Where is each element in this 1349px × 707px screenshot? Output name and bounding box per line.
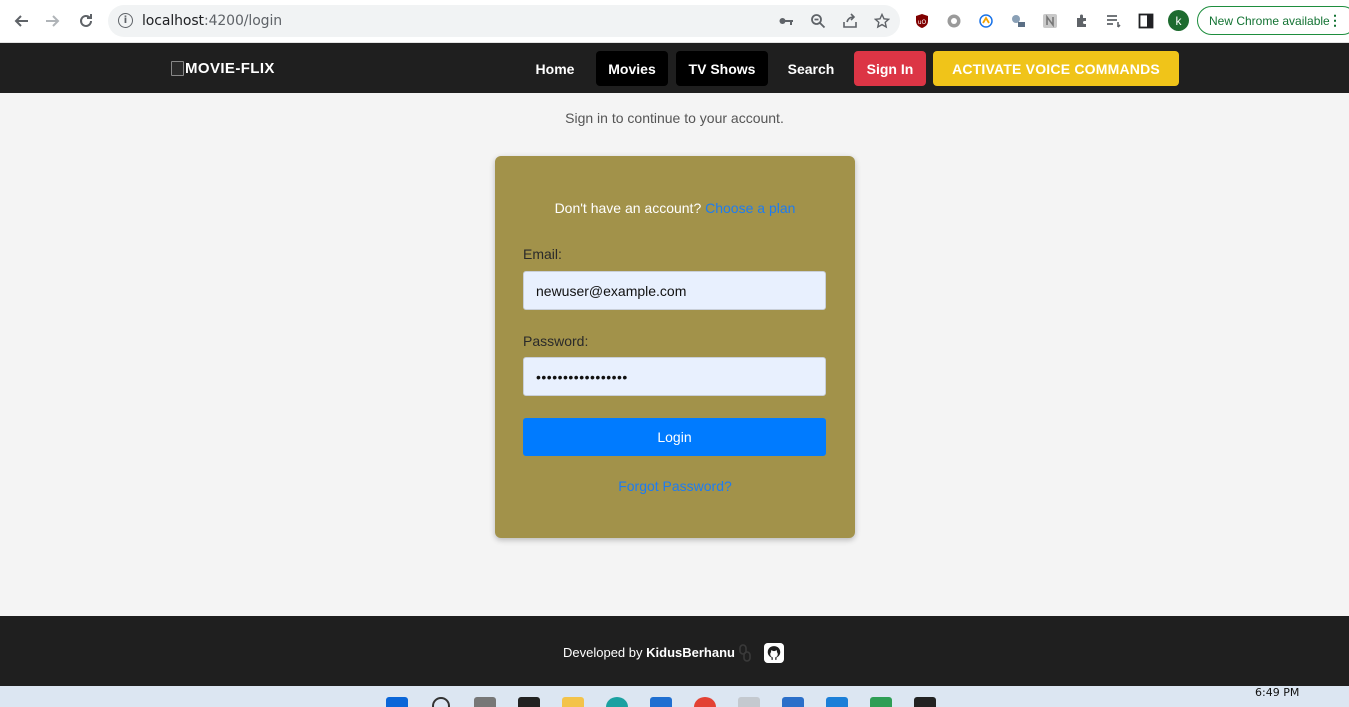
choose-plan-link[interactable]: Choose a plan <box>705 200 795 216</box>
puzzle-icon[interactable] <box>1072 11 1092 31</box>
task-view-icon[interactable] <box>474 697 496 707</box>
forgot-password-link[interactable]: Forgot Password? <box>495 478 855 494</box>
profile-avatar[interactable]: k <box>1168 10 1189 31</box>
side-panel-icon[interactable] <box>1136 11 1156 31</box>
forward-arrow-icon[interactable] <box>41 9 65 33</box>
browser-toolbar: i localhost:4200/login uO k New Chrome a… <box>0 0 1349 43</box>
app-icon[interactable] <box>870 697 892 707</box>
chrome-icon[interactable] <box>694 697 716 707</box>
email-label: Email: <box>523 246 562 262</box>
site-logo[interactable]: MOVIE-FLIX <box>171 60 275 77</box>
svg-text:uO: uO <box>918 19 927 26</box>
zoom-icon[interactable] <box>808 11 828 31</box>
password-label: Password: <box>523 333 589 349</box>
word-icon[interactable] <box>782 697 804 707</box>
login-button[interactable]: Login <box>523 418 826 456</box>
star-icon[interactable] <box>872 11 892 31</box>
github-icon[interactable] <box>764 643 784 663</box>
sign-in-button[interactable]: Sign In <box>854 51 926 86</box>
password-field[interactable]: ••••••••••••••••• <box>523 357 826 396</box>
back-arrow-icon[interactable] <box>9 9 33 33</box>
extension-icon[interactable] <box>1040 11 1060 31</box>
voice-commands-button[interactable]: ACTIVATE VOICE COMMANDS <box>933 51 1179 86</box>
widgets-icon[interactable] <box>518 697 540 707</box>
taskbar-clock[interactable]: 6:49 PM <box>1255 686 1299 699</box>
kebab-menu-icon[interactable]: ⋮ <box>1328 12 1342 29</box>
os-taskbar: 6:49 PM <box>0 686 1349 707</box>
link-icon[interactable] <box>735 643 755 663</box>
nav-home[interactable]: Home <box>524 51 586 86</box>
search-icon[interactable] <box>432 697 450 707</box>
chrome-update-button[interactable]: New Chrome available ⋮ <box>1197 6 1349 35</box>
signup-prompt-text: Don't have an account? <box>554 200 702 216</box>
extension-icon[interactable] <box>1008 11 1028 31</box>
email-field[interactable]: newuser@example.com <box>523 271 826 310</box>
vscode-icon[interactable] <box>826 697 848 707</box>
url-path: :4200/login <box>203 13 283 29</box>
info-icon[interactable]: i <box>118 13 133 28</box>
site-header: MOVIE-FLIX Home Movies TV Shows Search S… <box>0 43 1349 93</box>
terminal-icon[interactable] <box>914 697 936 707</box>
signup-prompt: Don't have an account? Choose a plan <box>495 200 855 216</box>
extension-icon[interactable] <box>944 11 964 31</box>
update-label: New Chrome available <box>1209 13 1330 28</box>
app-icon[interactable] <box>738 697 760 707</box>
ublock-icon[interactable]: uO <box>912 11 932 31</box>
footer-author: KidusBerhanu <box>646 645 735 660</box>
login-card: Don't have an account? Choose a plan Ema… <box>495 156 855 538</box>
broken-image-icon <box>171 61 184 76</box>
file-explorer-icon[interactable] <box>562 697 584 707</box>
site-footer: Developed by KidusBerhanu <box>0 616 1349 686</box>
reload-icon[interactable] <box>74 9 98 33</box>
url-host: localhost <box>142 13 204 29</box>
edge-icon[interactable] <box>606 697 628 707</box>
address-bar[interactable]: i localhost:4200/login <box>108 5 900 37</box>
page-subtitle: Sign in to continue to your account. <box>565 110 784 126</box>
footer-credit: Developed by KidusBerhanu <box>563 645 735 660</box>
store-icon[interactable] <box>650 697 672 707</box>
share-icon[interactable] <box>840 11 860 31</box>
logo-text: MOVIE-FLIX <box>185 60 275 77</box>
windows-start-icon[interactable] <box>386 697 408 707</box>
extension-icon[interactable] <box>976 11 996 31</box>
key-icon[interactable] <box>776 11 796 31</box>
url-text: localhost:4200/login <box>142 13 282 29</box>
nav-search[interactable]: Search <box>778 51 844 86</box>
nav-movies[interactable]: Movies <box>596 51 668 86</box>
reading-list-icon[interactable] <box>1104 11 1124 31</box>
nav-tv-shows[interactable]: TV Shows <box>676 51 768 86</box>
footer-prefix: Developed by <box>563 645 643 660</box>
